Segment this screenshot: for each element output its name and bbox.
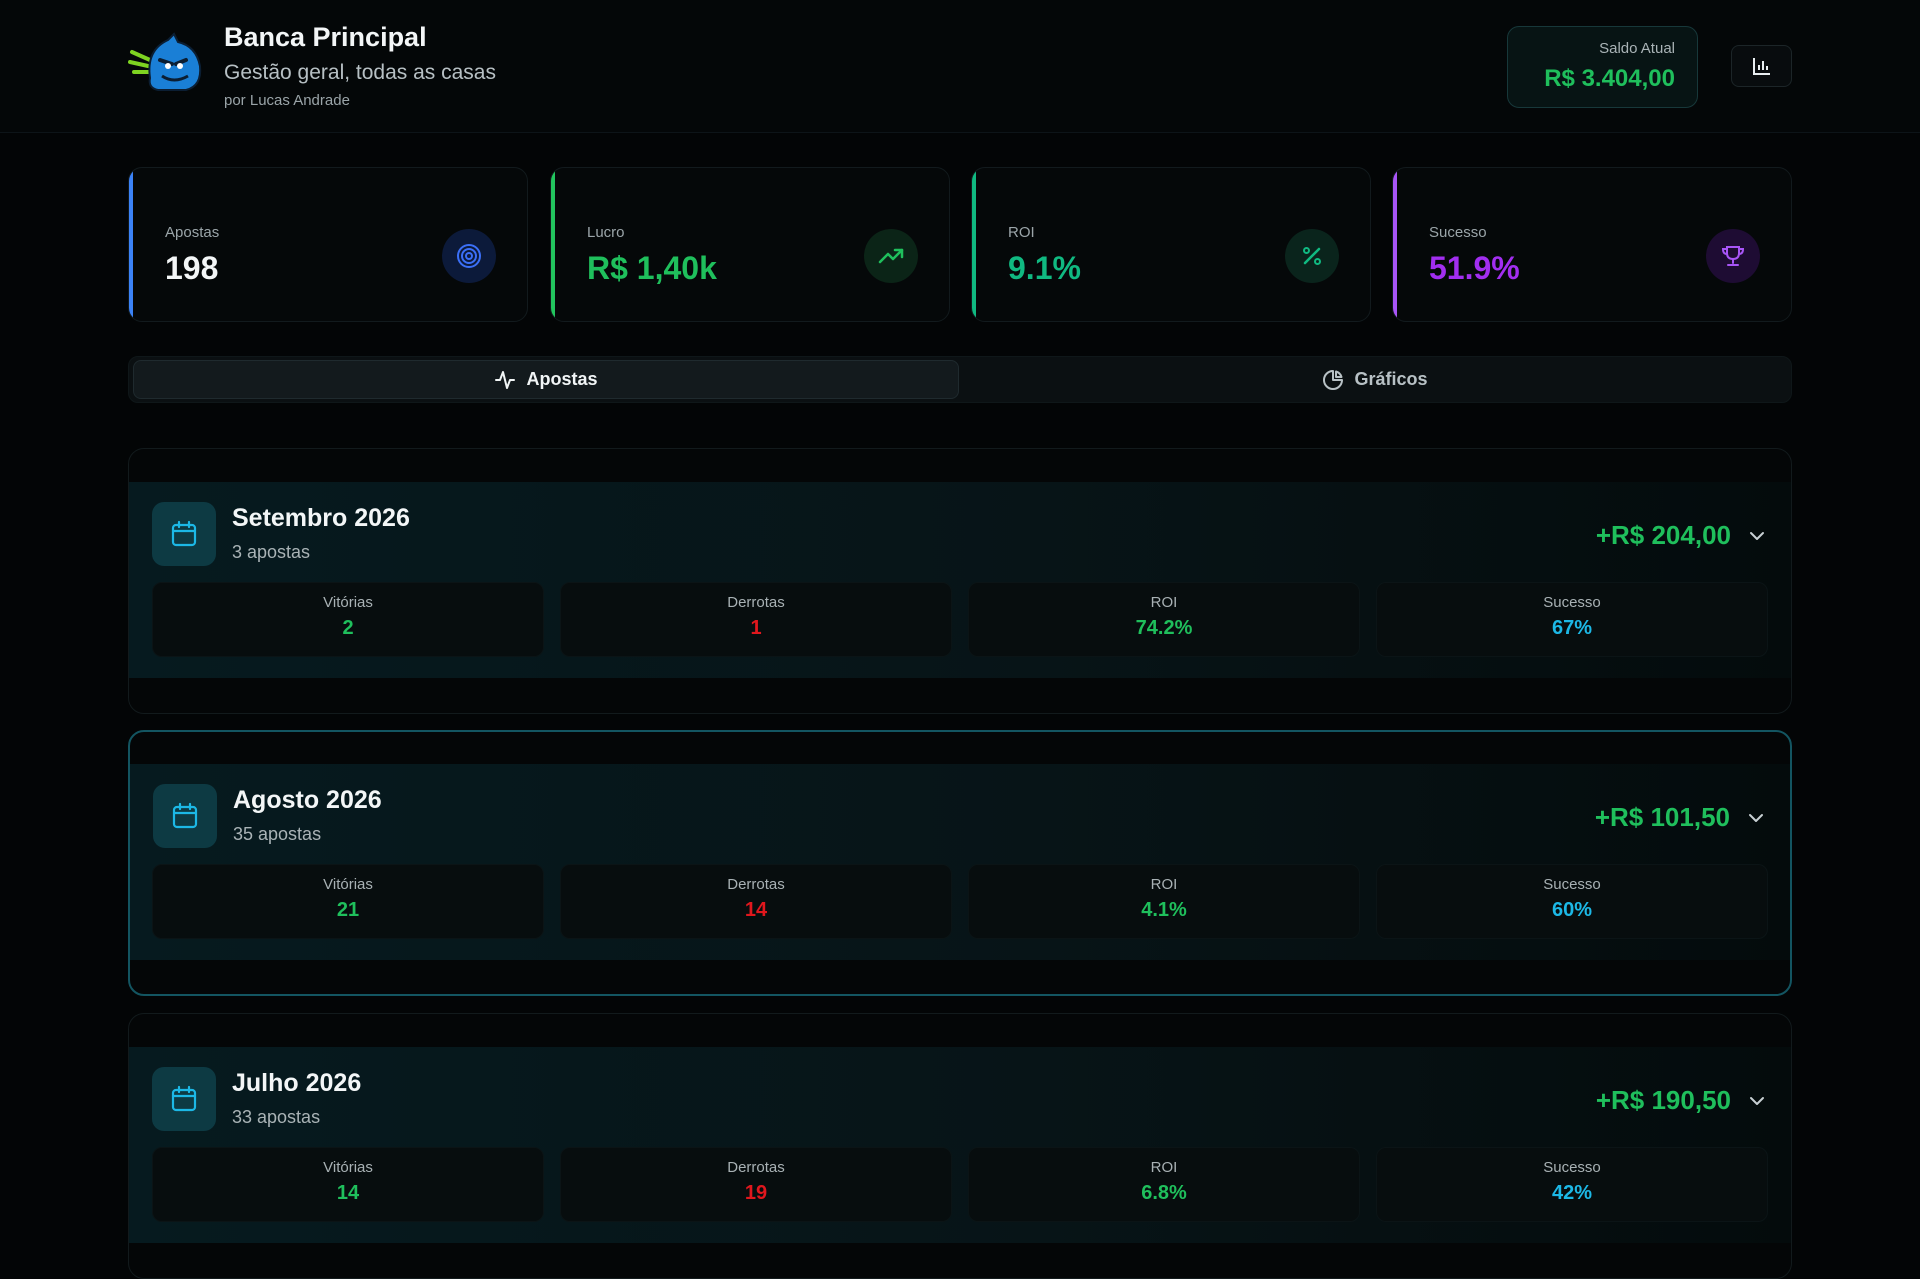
stat-card-roi: ROI 9.1% [971,167,1371,322]
metric-derrotas: Derrotas 19 [560,1147,952,1222]
stat-value: 198 [165,250,219,286]
balance-value: R$ 3.404,00 [1544,65,1675,92]
stat-card-apostas: Apostas 198 [128,167,528,322]
stat-value: 9.1% [1008,250,1081,286]
metric-value: 60% [1551,899,1593,921]
calendar-icon [153,784,217,848]
view-tabs: Apostas Gráficos [128,356,1792,403]
calendar-icon [152,502,216,566]
metric-value: 14 [336,1182,360,1204]
metric-value: 21 [336,899,360,921]
chevron-down-icon[interactable] [1746,808,1766,828]
tab-apostas[interactable]: Apostas [133,360,959,399]
balance-label: Saldo Atual [1599,40,1675,57]
month-title: Agosto 2026 [233,786,382,814]
month-count: 33 apostas [232,1107,321,1127]
metric-vitorias: Vitórias 14 [152,1147,544,1222]
metric-label: Vitórias [323,1159,373,1176]
app-header: Banca Principal Gestão geral, todas as c… [0,0,1920,133]
balance-card: Saldo Atual R$ 3.404,00 [1507,26,1698,108]
app-subtitle: Gestão geral, todas as casas [224,61,496,84]
pie-chart-icon [1323,369,1344,390]
month-panel: Setembro 2026 3 apostas +R$ 204,00 Vitór… [129,482,1791,678]
month-title: Setembro 2026 [232,504,410,532]
trophy-icon [1706,229,1760,283]
month-count: 35 apostas [233,824,322,844]
month-panel: Agosto 2026 35 apostas +R$ 101,50 Vitóri… [130,764,1790,960]
metric-label: Sucesso [1543,876,1601,893]
metric-label: ROI [1150,1159,1178,1176]
metric-value: 42% [1551,1182,1593,1204]
chevron-down-icon[interactable] [1747,1091,1767,1111]
metric-value: 74.2% [1135,617,1193,639]
calendar-icon [152,1067,216,1131]
month-title: Julho 2026 [232,1069,362,1097]
metric-label: Derrotas [727,1159,785,1176]
metric-value: 1 [750,617,762,639]
stat-card-sucesso: Sucesso 51.9% [1392,167,1792,322]
month-count: 3 apostas [232,542,311,562]
card-accent [551,168,555,321]
app-author: por Lucas Andrade [224,92,350,109]
activity-icon [495,370,516,389]
card-accent [1393,168,1397,321]
card-accent [129,168,133,321]
metric-sucesso: Sucesso 67% [1376,582,1768,657]
metric-label: ROI [1150,876,1178,893]
stat-label: Apostas [165,224,220,241]
metric-label: ROI [1150,594,1178,611]
trending-up-icon [864,229,918,283]
month-total: +R$ 101,50 [1594,802,1730,832]
metric-vitorias: Vitórias 21 [152,864,544,939]
metric-sucesso: Sucesso 42% [1376,1147,1768,1222]
chevron-down-icon[interactable] [1747,526,1767,546]
metric-derrotas: Derrotas 14 [560,864,952,939]
chart-button[interactable] [1731,45,1792,87]
bar-chart-icon [1752,58,1770,75]
metric-label: Sucesso [1543,1159,1601,1176]
metric-value: 2 [342,617,354,639]
metric-value: 14 [744,899,768,921]
metric-label: Derrotas [727,594,785,611]
metric-roi: ROI 6.8% [968,1147,1360,1222]
month-panel: Julho 2026 33 apostas +R$ 190,50 Vitória… [129,1047,1791,1243]
card-accent [972,168,976,321]
target-icon [442,229,496,283]
stat-value: R$ 1,40k [587,250,717,286]
stat-card-lucro: Lucro R$ 1,40k [550,167,950,322]
month-total: +R$ 204,00 [1595,520,1731,550]
metric-label: Vitórias [323,594,373,611]
month-total: +R$ 190,50 [1595,1085,1731,1115]
metric-derrotas: Derrotas 1 [560,582,952,657]
stat-label: Sucesso [1429,224,1487,241]
month-card-agosto[interactable]: Agosto 2026 35 apostas +R$ 101,50 Vitóri… [128,730,1792,996]
tab-graficos[interactable]: Gráficos [961,360,1789,399]
metric-value: 67% [1551,617,1593,639]
metric-value: 19 [744,1182,768,1204]
metric-roi: ROI 4.1% [968,864,1360,939]
percent-icon [1285,229,1339,283]
metric-value: 4.1% [1141,899,1187,921]
logo-icon [128,30,208,94]
stat-label: Lucro [587,224,625,241]
month-card-setembro[interactable]: Setembro 2026 3 apostas +R$ 204,00 Vitór… [128,448,1792,714]
metric-roi: ROI 74.2% [968,582,1360,657]
metric-label: Derrotas [727,876,785,893]
metric-label: Sucesso [1543,594,1601,611]
tab-label: Apostas [526,369,598,389]
metric-vitorias: Vitórias 2 [152,582,544,657]
tab-label: Gráficos [1354,369,1428,389]
metric-value: 6.8% [1141,1182,1187,1204]
metric-sucesso: Sucesso 60% [1376,864,1768,939]
app-title: Banca Principal [224,22,427,52]
metric-label: Vitórias [323,876,373,893]
month-card-julho[interactable]: Julho 2026 33 apostas +R$ 190,50 Vitória… [128,1013,1792,1279]
stat-value: 51.9% [1429,250,1520,286]
stat-label: ROI [1008,224,1035,241]
